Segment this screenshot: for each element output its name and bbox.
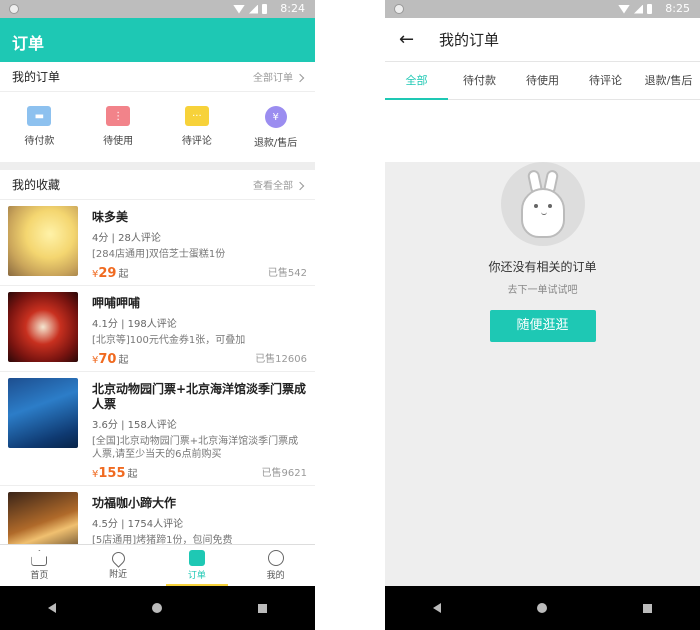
- tab-all[interactable]: 全部: [385, 62, 448, 100]
- tab-refund[interactable]: 退款/售后: [637, 62, 700, 99]
- back-nav-icon[interactable]: [433, 603, 441, 613]
- all-orders-link[interactable]: 全部订单: [253, 69, 305, 84]
- list-item[interactable]: 北京动物园门票+北京海洋馆淡季门票成人票 3.6分 | 158人评论 [全国]北…: [0, 372, 315, 486]
- chevron-right-icon: [295, 181, 305, 191]
- page-title: 我的订单: [439, 31, 500, 49]
- pending-review-button[interactable]: ··· 待评论: [162, 106, 232, 152]
- notification-dot-icon: [9, 4, 19, 14]
- favorites-title: 我的收藏: [12, 178, 61, 192]
- pending-use-button[interactable]: ⋮ 待使用: [83, 106, 153, 152]
- tab-home[interactable]: 首页: [0, 545, 79, 586]
- location-pin-icon: [108, 548, 128, 568]
- battery-icon: [262, 4, 267, 14]
- status-time: 8:25: [665, 2, 690, 15]
- battery-icon: [647, 4, 652, 14]
- pending-payment-button[interactable]: ▬ 待付款: [4, 106, 74, 152]
- toolbar: ← 我的订单: [385, 18, 700, 62]
- favorites-header: 我的收藏 查看全部: [0, 170, 315, 200]
- signal-icon: [249, 4, 258, 14]
- orders-screen: 8:24 订单 我的订单 全部订单 ▬ 待付款 ⋮ 待使用 ··· 待评论 ¥ …: [0, 0, 315, 630]
- sold-count: 已售12606: [255, 354, 307, 365]
- wifi-icon: [233, 4, 245, 14]
- ticket-icon: ⋮: [106, 106, 131, 126]
- home-icon: [31, 550, 48, 566]
- view-all-link[interactable]: 查看全部: [253, 177, 305, 192]
- deal-thumbnail: [8, 378, 78, 448]
- profile-icon: [267, 550, 284, 566]
- chevron-right-icon: [295, 73, 305, 83]
- section-divider: [0, 162, 315, 170]
- bottom-tab-bar: 首页 附近 订单 我的: [0, 544, 315, 586]
- status-bar: 8:25: [385, 0, 700, 18]
- browse-button[interactable]: 随便逛逛: [489, 310, 596, 342]
- order-icon: [188, 550, 205, 566]
- signal-icon: [634, 4, 643, 14]
- back-arrow-icon[interactable]: ←: [399, 29, 429, 50]
- tab-profile[interactable]: 我的: [236, 545, 315, 586]
- system-nav-bar: [0, 586, 315, 630]
- tab-nearby[interactable]: 附近: [79, 545, 158, 586]
- comment-icon: ···: [184, 106, 209, 126]
- my-orders-header: 我的订单 全部订单: [0, 62, 315, 92]
- pay-icon: ▬: [27, 106, 52, 126]
- yen-icon: ¥: [264, 106, 287, 128]
- sold-count: 已售9621: [261, 468, 307, 479]
- sold-count: 已售542: [267, 268, 307, 279]
- refund-button[interactable]: ¥ 退款/售后: [241, 106, 311, 152]
- order-filter-tabs: 全部 待付款 待使用 待评论 退款/售后: [385, 62, 700, 100]
- empty-subtitle: 去下一单试试吧: [507, 285, 578, 296]
- bunny-mascot-icon: [500, 162, 585, 246]
- home-nav-icon[interactable]: [537, 603, 547, 613]
- notification-dot-icon: [394, 4, 404, 14]
- order-status-shortcuts: ▬ 待付款 ⋮ 待使用 ··· 待评论 ¥ 退款/售后: [0, 92, 315, 162]
- empty-title: 你还没有相关的订单: [488, 260, 597, 274]
- deal-thumbnail: [8, 292, 78, 362]
- my-orders-title: 我的订单: [12, 70, 61, 84]
- list-item[interactable]: 呷哺呷哺 4.1分 | 198人评论 [北京等]100元代金券1张，可叠加 ¥7…: [0, 286, 315, 372]
- list-item[interactable]: 味多美 4分 | 28人评论 [284店通用]双倍芝士蛋糕1份 ¥29 起 已售5…: [0, 200, 315, 286]
- wifi-icon: [618, 4, 630, 14]
- status-time: 8:24: [280, 2, 305, 15]
- tab-pending-review[interactable]: 待评论: [574, 62, 637, 99]
- my-orders-screen: 8:25 ← 我的订单 全部 待付款 待使用 待评论 退款/售后 你还没有相关的…: [385, 0, 700, 630]
- back-nav-icon[interactable]: [48, 603, 56, 613]
- deal-thumbnail: [8, 206, 78, 276]
- status-bar: 8:24: [0, 0, 315, 18]
- app-bar-title: 订单: [0, 18, 315, 62]
- home-nav-icon[interactable]: [152, 603, 162, 613]
- empty-state: 你还没有相关的订单 去下一单试试吧 随便逛逛: [385, 162, 700, 630]
- tab-pending-use[interactable]: 待使用: [511, 62, 574, 99]
- recents-nav-icon[interactable]: [643, 603, 652, 613]
- system-nav-bar: [385, 586, 700, 630]
- recents-nav-icon[interactable]: [258, 603, 267, 613]
- tab-orders[interactable]: 订单: [158, 545, 237, 586]
- tab-pending-payment[interactable]: 待付款: [448, 62, 511, 99]
